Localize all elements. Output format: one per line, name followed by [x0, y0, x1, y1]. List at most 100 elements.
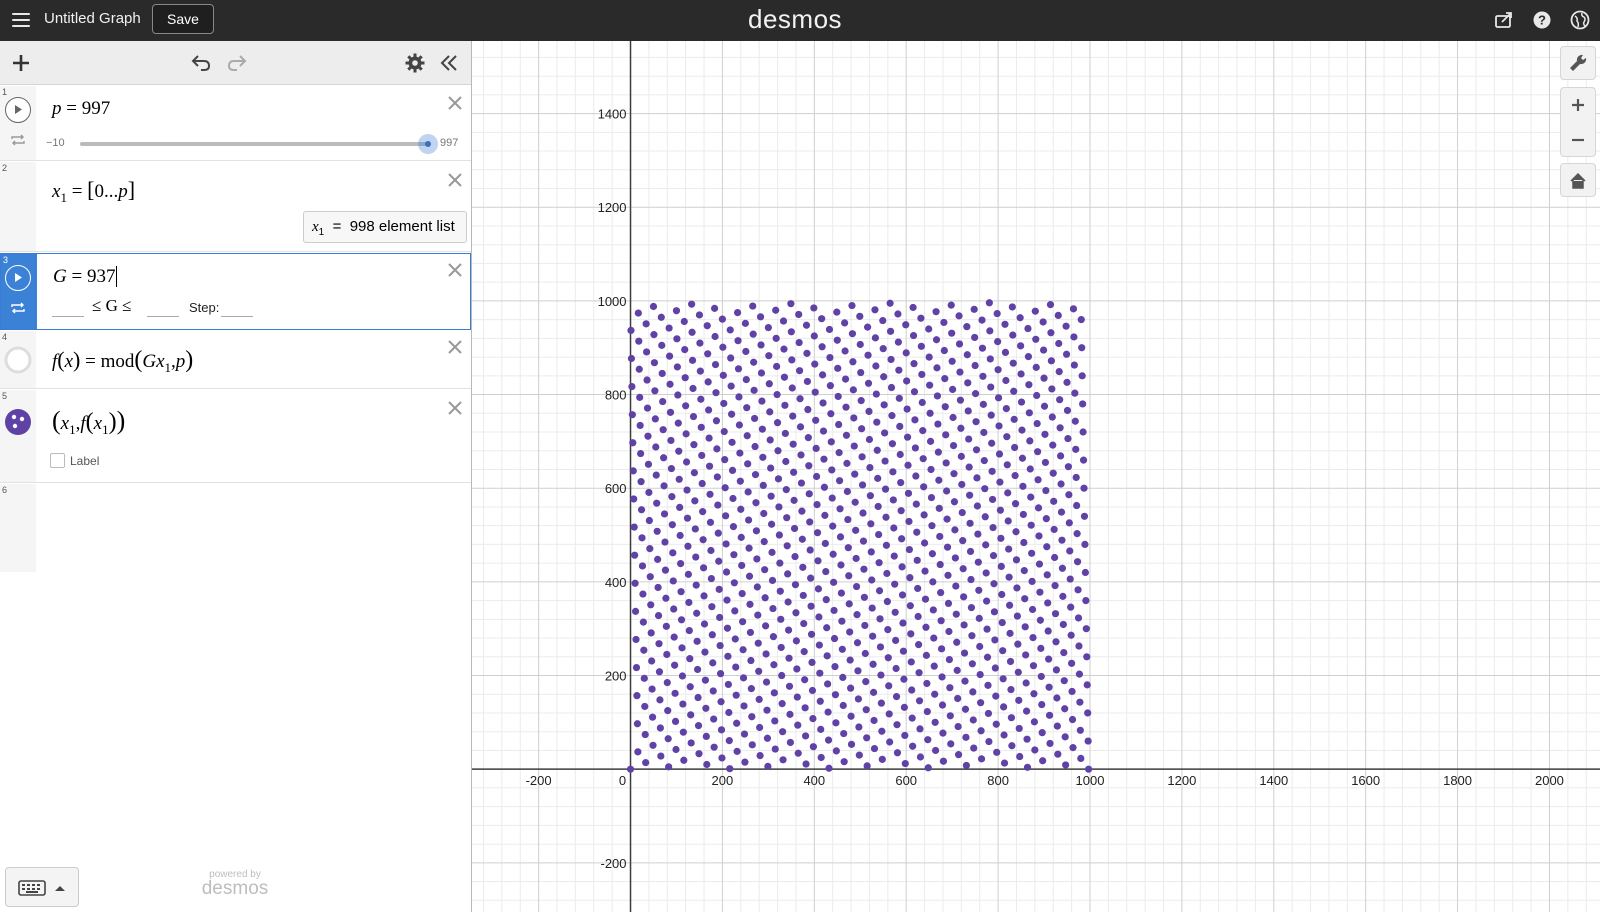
scatter-point: [830, 578, 838, 586]
scatter-point: [886, 299, 894, 307]
collapse-panel-icon[interactable]: [438, 52, 460, 74]
label-checkbox[interactable]: [50, 453, 65, 468]
scatter-point: [959, 565, 967, 573]
scatter-point: [885, 682, 893, 690]
language-globe-icon[interactable]: [1570, 10, 1590, 30]
expression-math-3[interactable]: G = 937: [53, 266, 118, 288]
scatter-point: [627, 326, 635, 334]
scatter-point: [650, 331, 658, 339]
scatter-point: [721, 484, 729, 492]
slider-play-button[interactable]: [5, 265, 31, 291]
scatter-point: [1075, 642, 1083, 650]
expression-math-4[interactable]: f(x) = mod(Gx1,p): [52, 347, 193, 376]
hamburger-menu-icon[interactable]: [10, 9, 32, 31]
keypad-toggle-button[interactable]: [5, 867, 79, 907]
scatter-point: [698, 451, 706, 460]
zoom-in-icon[interactable]: [1561, 88, 1595, 122]
slider-track[interactable]: [80, 142, 428, 146]
scatter-point: [1033, 419, 1041, 428]
scatter-point: [752, 527, 761, 535]
scatter-point: [798, 507, 806, 515]
delete-expression-icon[interactable]: [446, 171, 464, 189]
home-icon[interactable]: [1561, 164, 1595, 198]
scatter-point: [882, 541, 891, 549]
expression-row-4[interactable]: 4 f(x) = mod(Gx1,p): [0, 331, 471, 389]
scatter-point: [1010, 387, 1018, 395]
undo-icon[interactable]: [190, 52, 212, 74]
graph-title[interactable]: Untitled Graph: [44, 10, 141, 27]
scatter-point: [808, 686, 817, 695]
delete-expression-icon[interactable]: [446, 399, 464, 417]
scatter-point: [694, 665, 702, 674]
scatter-point: [945, 655, 953, 664]
expression-row-5[interactable]: 5 (x1,f(x1)) Label: [0, 390, 471, 483]
scatter-point: [675, 447, 683, 455]
scatter-point: [896, 422, 904, 430]
share-icon[interactable]: [1494, 10, 1514, 30]
expression-row-6[interactable]: 6: [0, 484, 471, 572]
slider-min-input[interactable]: [52, 316, 84, 317]
scatter-point: [722, 512, 730, 520]
x-tick-label: 200: [712, 773, 734, 788]
scatter-point: [636, 421, 644, 430]
slider-thumb[interactable]: [418, 134, 438, 154]
scatter-point: [830, 634, 839, 643]
x-tick-label: 0: [619, 773, 626, 788]
scatter-point: [941, 403, 949, 411]
scatter-point: [658, 341, 666, 349]
scatter-point: [961, 705, 970, 713]
graph-paper[interactable]: -200 0 200 400 600 800 1000 1200 1400 1600 1800 200…: [472, 41, 1600, 912]
save-button[interactable]: Save: [152, 4, 214, 34]
powered-by-desmos[interactable]: powered by desmos: [195, 869, 275, 900]
scatter-point: [925, 325, 933, 333]
scatter-point: [938, 701, 947, 709]
scatter-point: [748, 741, 756, 749]
scatter-point: [635, 337, 643, 345]
scatter-point: [826, 353, 834, 362]
help-icon[interactable]: ?: [1532, 10, 1552, 30]
scatter-point: [1051, 582, 1059, 590]
scatter-point: [949, 413, 957, 422]
zoom-out-icon[interactable]: [1561, 123, 1595, 157]
scatter-point: [756, 751, 764, 760]
scatter-point: [1057, 480, 1065, 488]
hidden-graph-toggle-icon[interactable]: [4, 346, 32, 374]
points-style-toggle-icon[interactable]: [4, 408, 32, 436]
scatter-point: [856, 340, 864, 349]
add-item-plus-icon[interactable]: [10, 52, 32, 74]
graph-canvas[interactable]: -200 0 200 400 600 800 1000 1200 1400 1600 1800 200…: [472, 41, 1600, 912]
expression-row-1[interactable]: 1 p = 997 −10 997: [0, 86, 471, 161]
loop-mode-icon[interactable]: [10, 134, 26, 146]
scatter-point: [628, 382, 636, 391]
scatter-point: [897, 478, 905, 487]
expression-math-5[interactable]: (x1,f(x1)): [52, 406, 125, 438]
expression-row-3[interactable]: 3 G = 937 ≤ G ≤ Step:: [0, 253, 471, 330]
slider-play-button[interactable]: [5, 97, 31, 123]
expression-math-1[interactable]: p = 997: [52, 98, 110, 120]
scatter-point: [991, 636, 999, 644]
scatter-point: [1072, 445, 1080, 453]
delete-expression-icon[interactable]: [446, 261, 464, 279]
slider-min[interactable]: −10: [46, 137, 65, 149]
scatter-point: [699, 508, 707, 516]
scatter-point: [742, 375, 750, 384]
redo-icon[interactable]: [226, 52, 248, 74]
scatter-point: [864, 323, 872, 331]
scatter-point: [757, 369, 766, 377]
settings-gear-icon[interactable]: [404, 52, 426, 74]
expression-math-2[interactable]: x1 = [0...p]: [52, 177, 135, 206]
wrench-icon[interactable]: [1561, 47, 1595, 81]
slider-max[interactable]: 997: [440, 137, 458, 149]
delete-expression-icon[interactable]: [446, 94, 464, 112]
loop-mode-icon[interactable]: [10, 302, 26, 314]
slider-max-input[interactable]: [147, 316, 179, 317]
delete-expression-icon[interactable]: [446, 338, 464, 356]
scatter-point: [1034, 504, 1043, 512]
scatter-point: [1003, 433, 1011, 441]
slider-step-input[interactable]: [221, 316, 253, 317]
scatter-point: [1024, 324, 1032, 333]
expression-row-2[interactable]: 2 x1 = [0...p] x1 = 998 element list: [0, 162, 471, 252]
scatter-point: [1061, 733, 1069, 741]
scatter-point: [933, 364, 941, 372]
scatter-point: [633, 692, 641, 700]
